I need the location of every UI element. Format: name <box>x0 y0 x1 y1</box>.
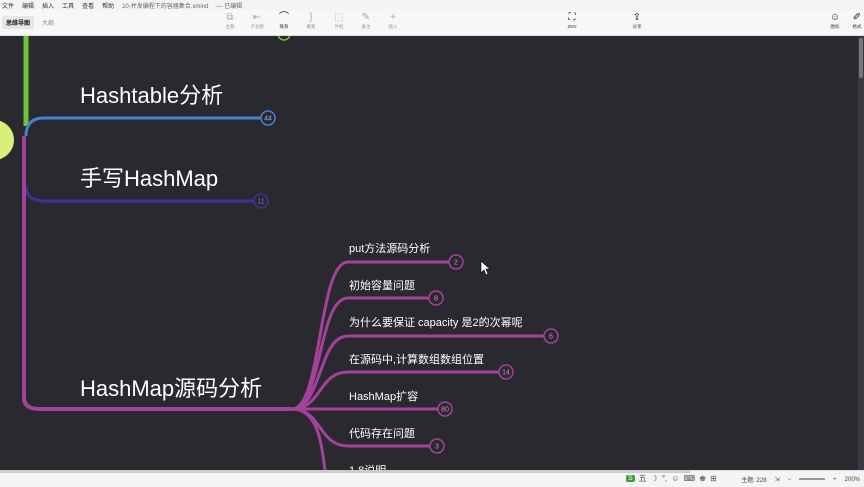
zen-button[interactable]: ⛶ ZEN <box>561 12 583 29</box>
summary-button[interactable]: } 概要 <box>300 12 322 30</box>
topic-label: 主题 <box>225 24 235 29</box>
save-state: — 已编辑 <box>216 3 243 10</box>
subtopic-power-of-two[interactable]: 为什么要保证 capacity 是2的次幂呢 <box>349 314 523 330</box>
insert-button[interactable]: + 插入 <box>382 12 404 30</box>
subtopic-icon: ⇤ <box>252 12 262 23</box>
icon-panel-label: 图标 <box>830 24 840 29</box>
menu-help[interactable]: 帮助 <box>102 1 114 10</box>
note-icon: ✎ <box>361 12 371 23</box>
tab-mind-map[interactable]: 思维导图 <box>2 16 35 29</box>
note-label: 备注 <box>361 24 371 29</box>
file-title: 10-并发编程下的容器集合.xmind <box>122 3 209 10</box>
fit-icon[interactable]: ⇲ <box>775 476 780 483</box>
subtopic-java18[interactable]: 1.8说明 <box>349 462 386 470</box>
tab-outline[interactable]: 大纲 <box>38 16 58 29</box>
menu-tools[interactable]: 工具 <box>62 1 74 10</box>
format-button[interactable]: ✐ 格式 <box>846 12 864 30</box>
share-icon: ⇪ <box>632 12 642 23</box>
horizontal-scrollbar[interactable] <box>0 470 690 473</box>
subtopic-resize[interactable]: HashMap扩容 <box>349 388 418 404</box>
subtopic-initial-capacity[interactable]: 初始容量问题 <box>349 277 415 293</box>
subtopic-array-index[interactable]: 在源码中,计算数组数组位置 <box>349 351 484 367</box>
menu-view[interactable]: 查看 <box>82 1 94 10</box>
menu-insert[interactable]: 插入 <box>42 1 54 10</box>
moon-icon[interactable]: ☽ <box>651 474 658 483</box>
boundary-icon: ⬚ <box>334 12 344 23</box>
central-topic-node <box>0 120 14 160</box>
summary-label: 概要 <box>306 24 316 29</box>
subtopic-put[interactable]: put方法源码分析 <box>349 240 430 256</box>
topic-handwritten-hashmap[interactable]: 手写HashMap <box>80 161 218 193</box>
vertical-scrollbar[interactable] <box>858 36 864 470</box>
keyboard-icon[interactable]: ⌨ <box>683 474 695 483</box>
icon-panel-button[interactable]: ☺ 图标 <box>824 12 846 30</box>
smiley-icon: ☺ <box>829 12 841 23</box>
subtopic-code-problem[interactable]: 代码存在问题 <box>349 425 415 441</box>
insert-label: 插入 <box>388 24 398 29</box>
topic-count: 主题: 228 <box>741 478 767 484</box>
status-right: 主题: 228 ⇲ − + 200% <box>741 475 860 485</box>
fullscreen-icon: ⛶ <box>568 12 576 23</box>
format-label: 格式 <box>852 24 862 29</box>
emoji-icon[interactable]: ☺ <box>671 474 679 483</box>
collapse-badge-green <box>277 36 291 41</box>
zoom-out-icon[interactable]: − <box>788 477 792 483</box>
zoom-level[interactable]: 200% <box>845 477 860 483</box>
brush-icon: ✐ <box>852 12 862 23</box>
ime-mode-icon[interactable]: 五 <box>639 473 647 484</box>
relationship-button[interactable]: ⌒ 联系 <box>273 12 295 30</box>
summary-icon: } <box>309 12 313 23</box>
share-label: 分享 <box>632 24 642 29</box>
zen-label: ZEN <box>567 24 577 29</box>
view-tabs: 思维导图 大纲 <box>2 16 58 29</box>
share-button[interactable]: ⇪ 分享 <box>626 12 648 30</box>
toolbar: 思维导图 大纲 ⧉ 主题 ⇤ 子主题 ⌒ 联系 } 概要 ⬚ 外框 ✎ 备注 +… <box>0 10 864 36</box>
status-icons: S 五 ☽ °, ☺ ⌨ ♚ ⊞ <box>626 473 717 484</box>
insert-icon: + <box>390 12 396 23</box>
zoom-in-icon[interactable]: + <box>833 477 837 483</box>
skin-icon[interactable]: ♚ <box>699 474 706 483</box>
menu-edit[interactable]: 编辑 <box>22 1 34 10</box>
relationship-label: 联系 <box>279 24 289 29</box>
note-button[interactable]: ✎ 备注 <box>355 12 377 30</box>
status-bar: S 五 ☽ °, ☺ ⌨ ♚ ⊞ 主题: 228 ⇲ − + 200% <box>0 470 864 487</box>
boundary-button[interactable]: ⬚ 外框 <box>328 12 350 30</box>
subtopic-button[interactable]: ⇤ 子主题 <box>246 12 268 30</box>
zoom-slider[interactable] <box>799 477 826 480</box>
subtopic-label: 子主题 <box>250 24 264 29</box>
mind-map-canvas[interactable]: Hashtable分析 手写HashMap HashMap源码分析 put方法源… <box>0 36 864 470</box>
topic-hashtable[interactable]: Hashtable分析 <box>80 78 223 110</box>
vertical-scroll-thumb[interactable] <box>859 38 863 78</box>
punctuation-icon[interactable]: °, <box>662 474 667 483</box>
topic-hashmap-source[interactable]: HashMap源码分析 <box>80 371 262 403</box>
topic-button[interactable]: ⧉ 主题 <box>219 12 241 30</box>
topic-icon: ⧉ <box>226 12 234 23</box>
grid-icon[interactable]: ⊞ <box>710 474 717 483</box>
menu-bar: 文件 编辑 插入 工具 查看 帮助 10-并发编程下的容器集合.xmind — … <box>0 0 864 10</box>
boundary-label: 外框 <box>334 24 344 29</box>
sogou-ime-icon[interactable]: S <box>626 475 635 482</box>
branch-hashtable <box>24 116 262 137</box>
menu-file[interactable]: 文件 <box>2 1 14 10</box>
relationship-icon: ⌒ <box>279 12 289 23</box>
